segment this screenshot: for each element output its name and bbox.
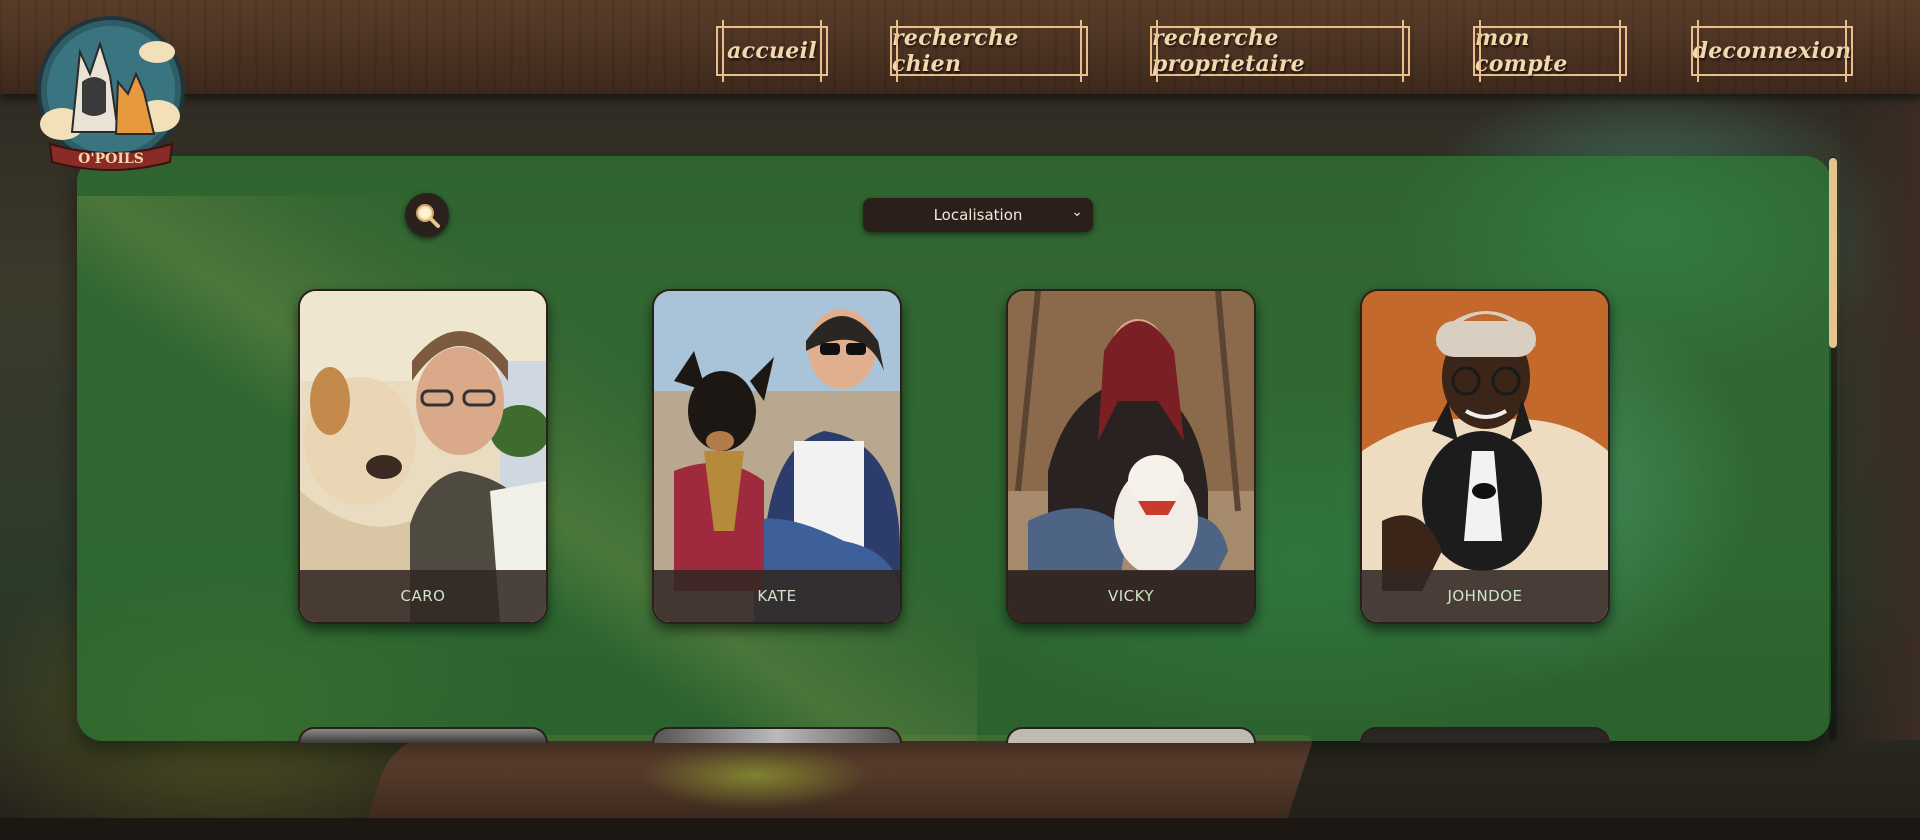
magnifier-icon	[416, 204, 440, 228]
owner-card-partial[interactable]	[298, 727, 548, 743]
card-name-label: KATE	[654, 570, 900, 622]
owner-card-partial[interactable]	[1360, 727, 1610, 743]
site-logo[interactable]: O'POILS	[32, 12, 190, 174]
rock	[1840, 100, 1920, 740]
owner-card-kate[interactable]: KATE	[652, 289, 902, 624]
chevron-down-icon: ⌄	[1071, 204, 1083, 220]
owner-card-caro[interactable]: CARO	[298, 289, 548, 624]
moss	[640, 740, 870, 810]
nav-mon-compte-button[interactable]: mon compte	[1473, 20, 1627, 82]
bottom-strip	[0, 818, 1920, 840]
nav-recherche-chien-button[interactable]: recherche chien	[890, 20, 1088, 82]
location-select[interactable]: Localisation ⌄	[863, 198, 1093, 232]
card-name-label: VICKY	[1008, 570, 1254, 622]
scrollbar-thumb[interactable]	[1829, 158, 1837, 348]
owner-card-vicky[interactable]: VICKY	[1006, 289, 1256, 624]
logo-text: O'POILS	[78, 151, 144, 167]
nav-recherche-proprietaire-button[interactable]: recherche proprietaire	[1150, 20, 1410, 82]
card-name-label: CARO	[300, 570, 546, 622]
location-select-value: Localisation	[933, 206, 1023, 224]
owner-card-partial[interactable]	[652, 727, 902, 743]
owner-card-partial[interactable]	[1006, 727, 1256, 743]
search-button[interactable]	[405, 193, 449, 237]
owner-card-johndoe[interactable]: JOHNDOE	[1360, 289, 1610, 624]
nav-accueil-button[interactable]: accueil	[716, 20, 828, 82]
nav-deconnexion-button[interactable]: deconnexion	[1691, 20, 1853, 82]
top-navbar: accueil recherche chien recherche propri…	[0, 0, 1920, 94]
card-name-label: JOHNDOE	[1362, 570, 1608, 622]
